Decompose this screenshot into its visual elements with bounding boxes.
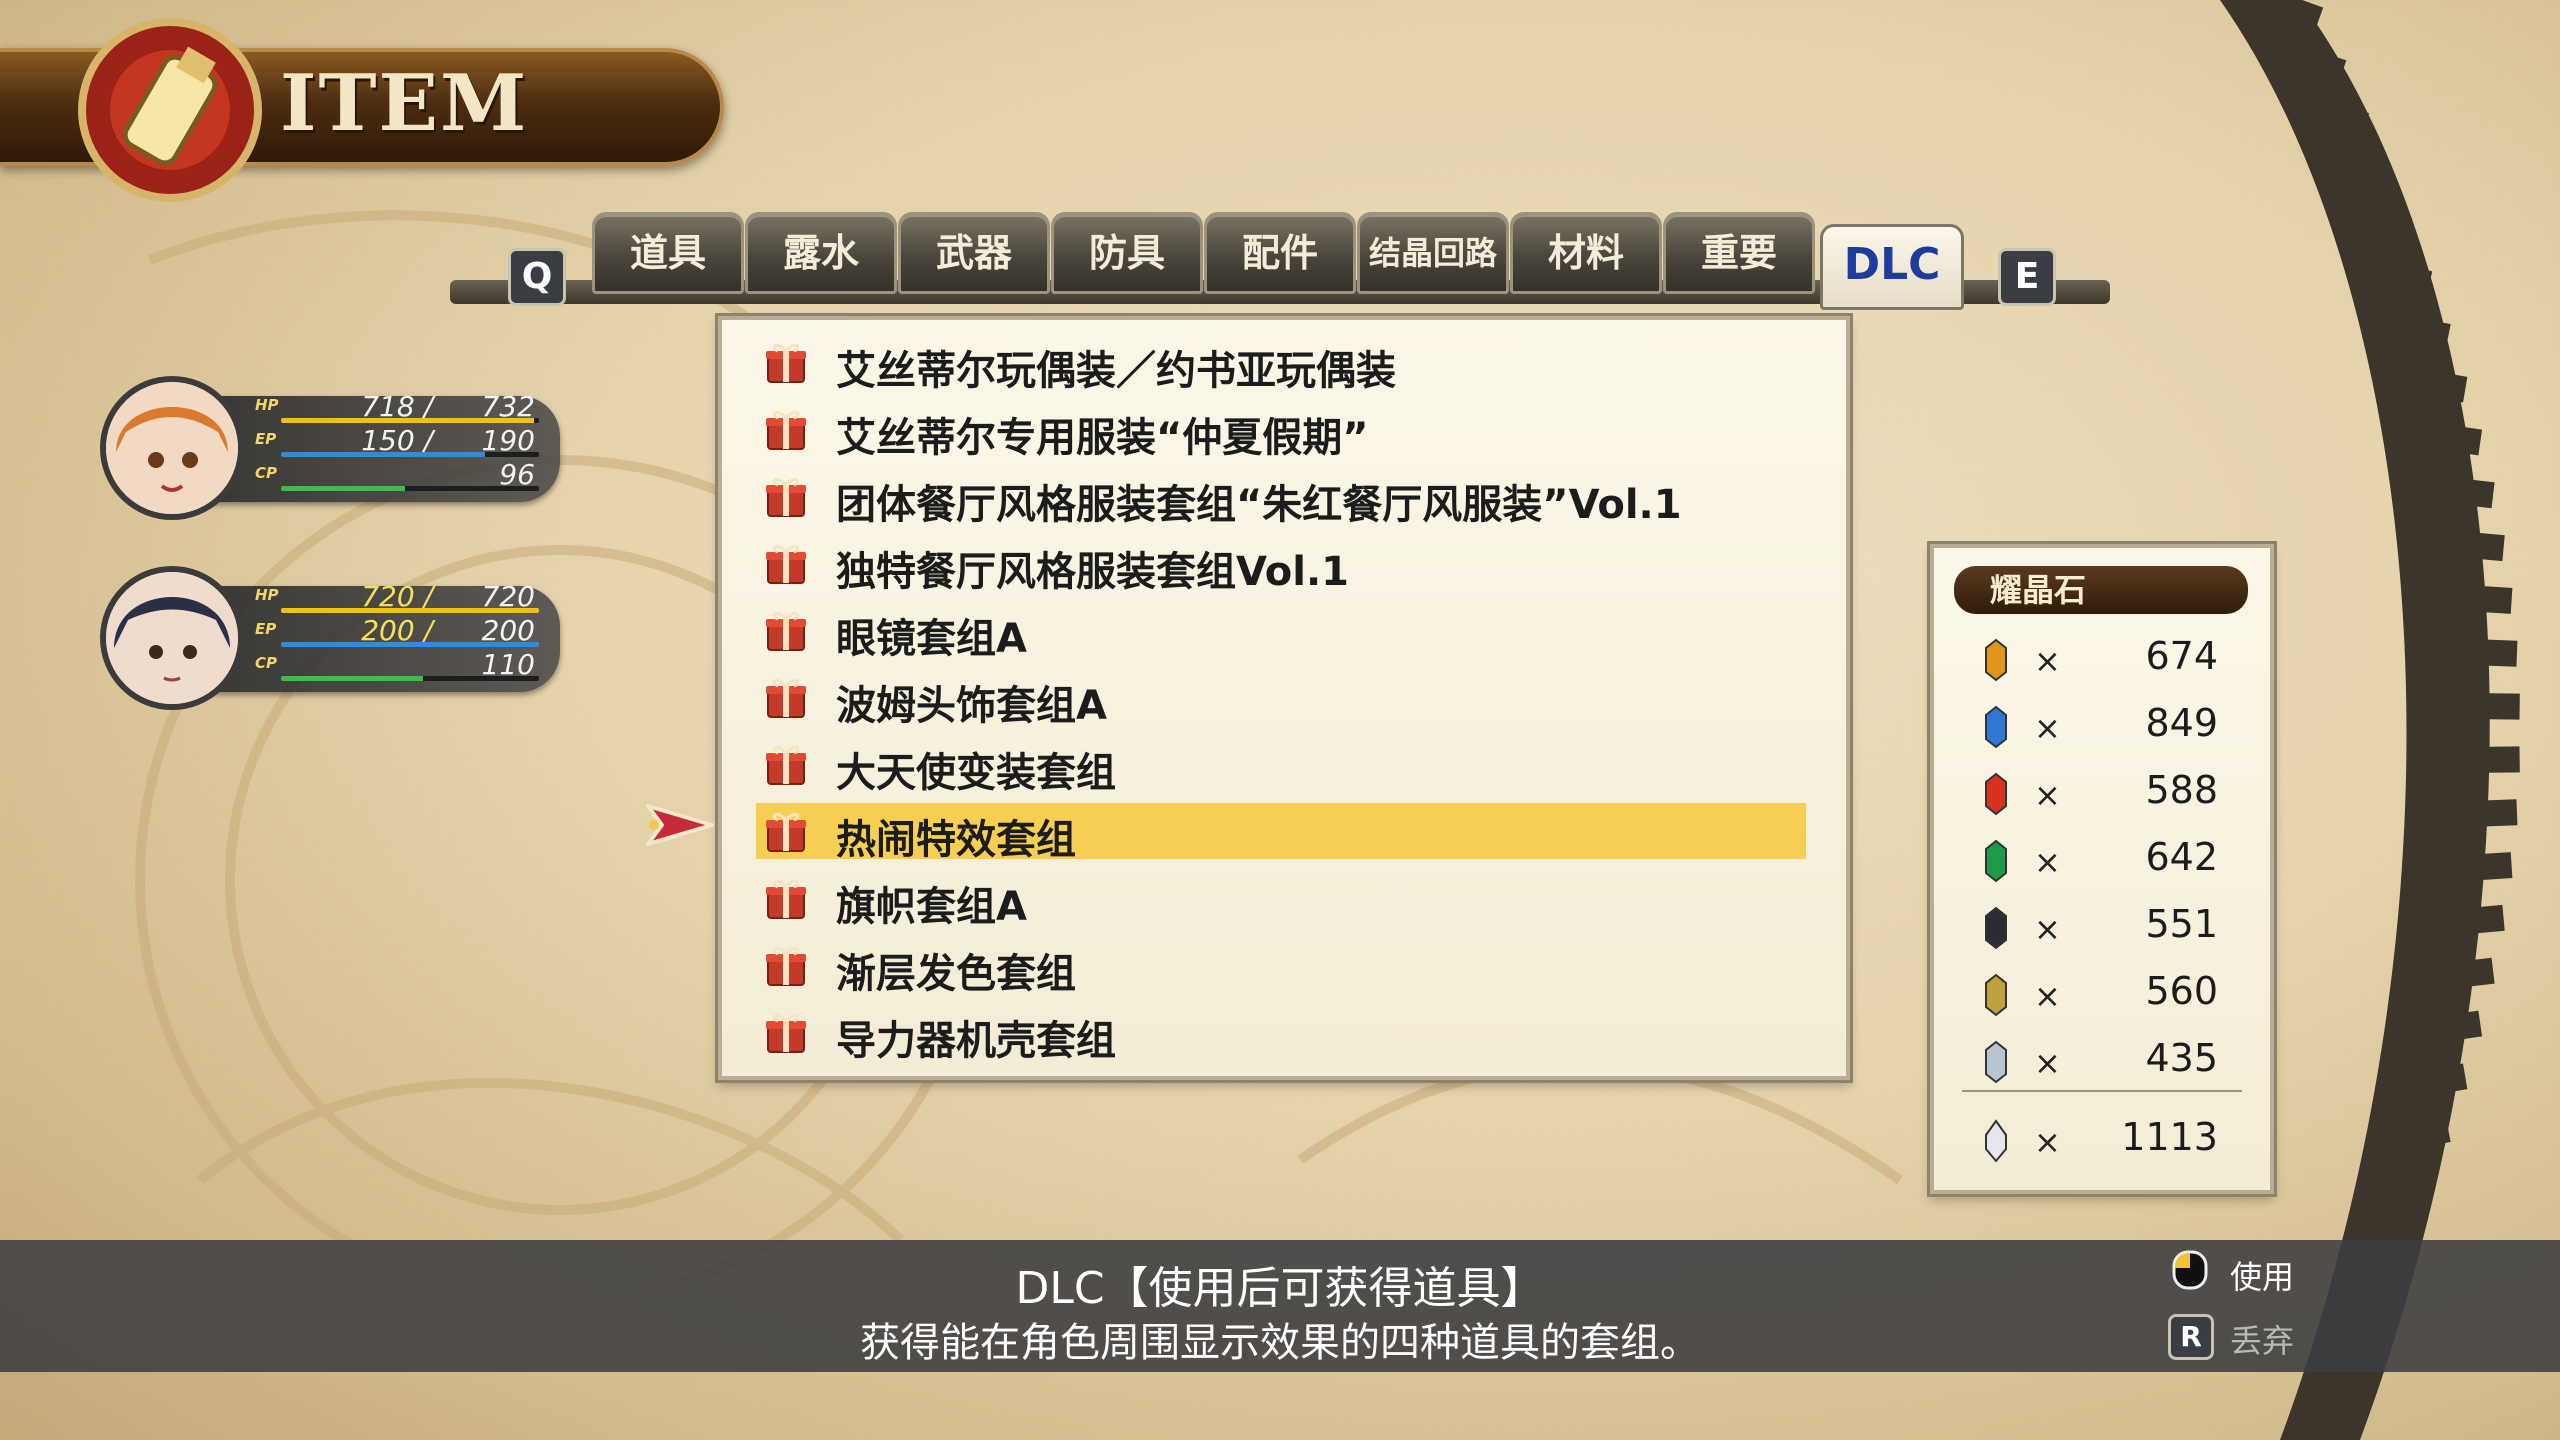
tab-armor[interactable]: 防具 (1051, 212, 1203, 294)
sepith-count: 435 (2145, 1036, 2218, 1080)
tab-quartz[interactable]: 结晶回路 (1357, 212, 1509, 294)
list-item[interactable]: 眼镜套组A (756, 602, 1806, 662)
item-name: 眼镜套组A (836, 616, 1027, 662)
sepith-count: 551 (2145, 902, 2218, 946)
sepith-count: 588 (2145, 768, 2218, 812)
sepith-count: 674 (2145, 634, 2218, 678)
gift-box-icon (764, 474, 808, 518)
discard-hint[interactable]: 丢弃 (2230, 1316, 2294, 1362)
item-name: 渐层发色套组 (836, 951, 1076, 997)
gift-box-icon (764, 1010, 808, 1054)
mouse-left-click-icon (2172, 1250, 2208, 1290)
ep-bar (281, 452, 539, 457)
r-key-icon: R (2168, 1314, 2214, 1360)
sepith-row: × 588 (1934, 764, 2270, 824)
sepith-gem-icon (1985, 973, 2007, 1017)
portrait-joshua (100, 566, 244, 710)
sepith-row: × 551 (1934, 898, 2270, 958)
list-item[interactable]: 团体餐厅风格服装套组“朱红餐厅风服装”Vol.1 (756, 468, 1806, 528)
list-item[interactable]: 波姆头饰套组A (756, 669, 1806, 729)
item-name: 艾丝蒂尔专用服装“仲夏假期” (836, 415, 1369, 461)
gift-box-icon (764, 608, 808, 652)
tab-tears[interactable]: 露水 (745, 212, 897, 294)
list-item[interactable]: 艾丝蒂尔玩偶装／约书亚玩偶装 (756, 334, 1806, 394)
sepith-title: 耀晶石 (1954, 566, 2248, 614)
sepith-gem-icon (1985, 1040, 2007, 1084)
ep-bar (281, 642, 539, 647)
list-item[interactable]: 旗帜套组A (756, 870, 1806, 930)
gift-box-icon (764, 340, 808, 384)
sepith-row: × 849 (1934, 697, 2270, 757)
tab-items[interactable]: 道具 (592, 212, 744, 294)
hp-bar (281, 608, 539, 613)
cp-bar (281, 486, 539, 491)
item-name: 导力器机壳套组 (836, 1018, 1116, 1064)
item-name: 波姆头饰套组A (836, 683, 1107, 729)
item-list-panel: 艾丝蒂尔玩偶装／约书亚玩偶装 艾丝蒂尔专用服装“仲夏假期” 团体餐厅风格服装套组… (718, 316, 1850, 1080)
party-member-estelle[interactable]: HP 718 / 732 EP 150 / 190 CP 96 (100, 376, 560, 520)
gift-box-icon (764, 407, 808, 451)
tab-dlc[interactable]: DLC (1820, 224, 1964, 310)
sepith-total: 1113 (2121, 1115, 2218, 1159)
hp-bar (281, 418, 539, 423)
gift-box-icon (764, 742, 808, 786)
gift-box-icon (764, 809, 808, 853)
item-name: 艾丝蒂尔玩偶装／约书亚玩偶装 (836, 348, 1396, 394)
item-name: 旗帜套组A (836, 884, 1027, 930)
cp-label: CP (255, 654, 278, 672)
cp-bar (281, 676, 539, 681)
sepith-count: 560 (2145, 969, 2218, 1013)
tab-prev-key-q[interactable]: Q (508, 248, 566, 306)
gift-box-icon (764, 943, 808, 987)
selection-cursor-icon (646, 804, 714, 846)
item-emblem-icon (78, 18, 262, 202)
list-item[interactable]: 渐层发色套组 (756, 937, 1806, 997)
list-item[interactable]: 导力器机壳套组 (756, 1004, 1806, 1064)
cp-label: CP (255, 464, 278, 482)
item-name: 大天使变装套组 (836, 750, 1116, 796)
item-name: 热闹特效套组 (836, 817, 1076, 863)
tab-materials[interactable]: 材料 (1510, 212, 1662, 294)
list-item[interactable]: 大天使变装套组 (756, 736, 1806, 796)
party-member-joshua[interactable]: HP 720 / 720 EP 200 / 200 CP 110 (100, 566, 560, 710)
divider (1962, 1090, 2242, 1092)
tab-key-items[interactable]: 重要 (1663, 212, 1815, 294)
sepith-row: × 674 (1934, 630, 2270, 690)
item-name: 团体餐厅风格服装套组“朱红餐厅风服装”Vol.1 (836, 482, 1682, 528)
gift-box-icon (764, 876, 808, 920)
tab-next-key-e[interactable]: E (1998, 248, 2056, 306)
hp-label: HP (255, 396, 279, 414)
tab-weapons[interactable]: 武器 (898, 212, 1050, 294)
list-item[interactable]: 艾丝蒂尔专用服装“仲夏假期” (756, 401, 1806, 461)
list-item-selected[interactable]: 热闹特效套组 (756, 803, 1806, 863)
ep-label: EP (255, 430, 277, 448)
sepith-gem-icon (1985, 839, 2007, 883)
sepith-total-row: × 1113 (1934, 1111, 2270, 1171)
sepith-gem-icon (1985, 906, 2007, 950)
hp-label: HP (255, 586, 279, 604)
item-name: 独特餐厅风格服装套组Vol.1 (836, 549, 1349, 595)
mass-sepith-icon (1985, 1119, 2007, 1163)
sepith-panel: 耀晶石 × 674 × 849 × 588 × 642 × 551 × 560 × 435 ×… (1930, 544, 2274, 1194)
ep-label: EP (255, 620, 277, 638)
sepith-count: 849 (2145, 701, 2218, 745)
sepith-row: × 435 (1934, 1032, 2270, 1092)
page-title: ITEM (280, 58, 529, 149)
sepith-gem-icon (1985, 705, 2007, 749)
gift-box-icon (764, 541, 808, 585)
use-hint[interactable]: 使用 (2230, 1252, 2294, 1298)
tab-accessories[interactable]: 配件 (1204, 212, 1356, 294)
list-item[interactable]: 独特餐厅风格服装套组Vol.1 (756, 535, 1806, 595)
sepith-gem-icon (1985, 772, 2007, 816)
sepith-row: × 642 (1934, 831, 2270, 891)
sepith-gem-icon (1985, 638, 2007, 682)
gift-box-icon (764, 675, 808, 719)
sepith-row: × 560 (1934, 965, 2270, 1025)
sepith-count: 642 (2145, 835, 2218, 879)
portrait-estelle (100, 376, 244, 520)
